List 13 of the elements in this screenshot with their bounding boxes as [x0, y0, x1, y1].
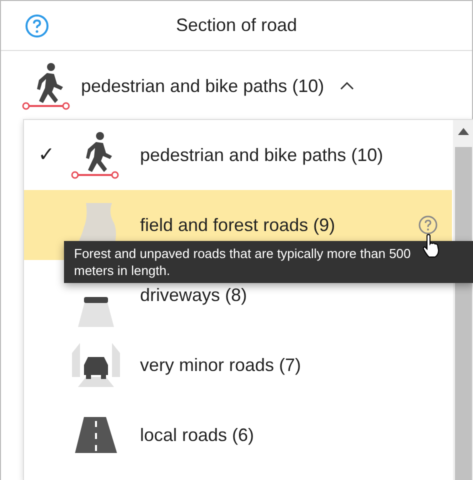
road-icon: [74, 415, 118, 455]
dialog-title: Section of road: [176, 14, 298, 37]
dropdown-option[interactable]: very minor roads (7): [24, 330, 452, 400]
road-type-dropdown[interactable]: pedestrian and bike paths (10): [1, 51, 472, 121]
scroll-up-icon[interactable]: [458, 128, 469, 135]
dropdown-option[interactable]: ✓ pedestrian and bike paths (10): [24, 120, 452, 190]
caret-icon[interactable]: [340, 81, 354, 91]
help-icon[interactable]: [418, 215, 438, 235]
tooltip: Forest and unpaved roads that are typically more than 500 meters in length.: [64, 241, 473, 283]
car-road-icon: [72, 341, 120, 389]
hand-cursor-icon: [422, 234, 440, 258]
help-icon[interactable]: [25, 14, 49, 38]
dropdown-option[interactable]: local roads (6): [24, 400, 452, 470]
